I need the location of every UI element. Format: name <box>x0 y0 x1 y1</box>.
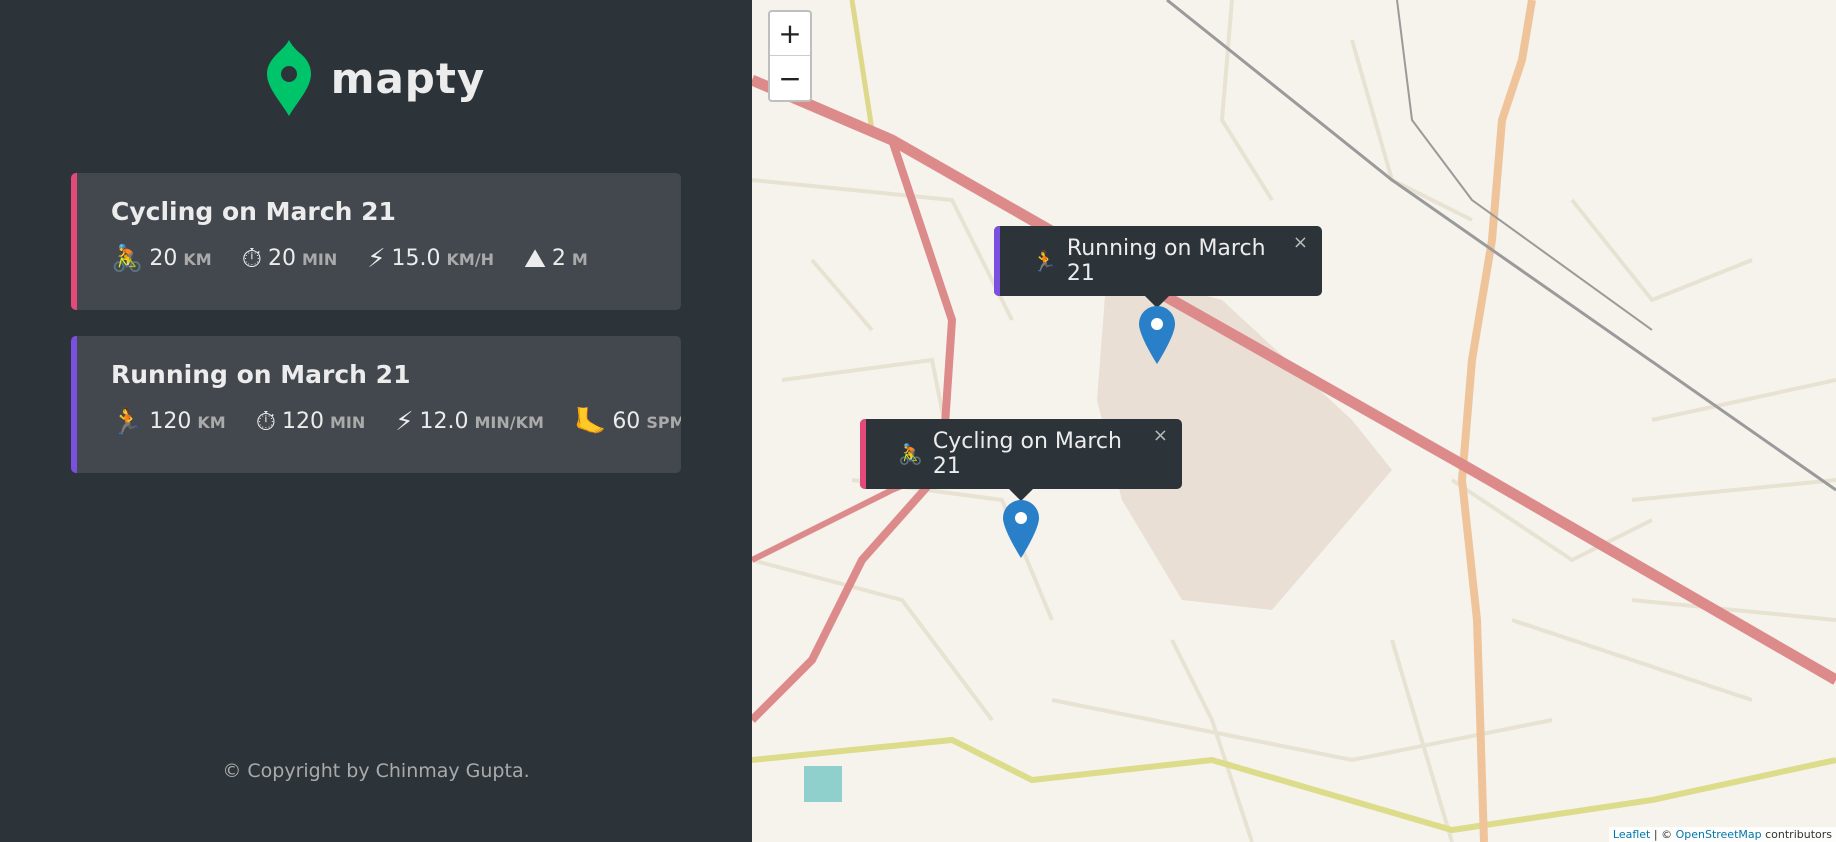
detail-value: 20 <box>149 246 178 271</box>
runner-icon: 🏃 <box>111 407 144 437</box>
logo-text: mapty <box>330 53 486 103</box>
attribution-separator: | © <box>1650 828 1676 841</box>
workout-duration: ⏱ 120 min <box>256 409 366 435</box>
map-pin-logo-icon <box>266 40 311 116</box>
workout-item-running[interactable]: Running on March 21 🏃 120 km ⏱ 120 min ⚡… <box>71 336 681 473</box>
runner-icon: 🏃 <box>1032 249 1057 273</box>
detail-unit: km/h <box>446 250 495 269</box>
workout-pace: ⚡ 12.0 min/km <box>395 409 544 435</box>
zoom-out-button[interactable]: − <box>770 56 810 100</box>
detail-unit: m <box>571 250 588 269</box>
detail-value: 120 <box>281 409 324 434</box>
map[interactable]: + − 🏃 Running on March 21 × 🚴 Cycling on… <box>752 0 1836 842</box>
popup-tip <box>1007 487 1035 501</box>
workout-speed: ⚡ 15.0 km/h <box>367 246 494 272</box>
mountain-icon: ⛰ <box>524 244 546 274</box>
copyright: © Copyright by Chinmay Gupta. <box>222 760 530 782</box>
workout-duration: ⏱ 20 min <box>242 246 338 272</box>
stopwatch-icon: ⏱ <box>241 244 262 274</box>
popup-text: Running on March 21 <box>1066 236 1266 286</box>
lightning-icon: ⚡ <box>367 244 386 274</box>
detail-unit: spm <box>646 413 681 432</box>
lightning-icon: ⚡ <box>395 407 414 437</box>
popup-close-button[interactable]: × <box>1293 232 1308 253</box>
detail-unit: km <box>197 413 226 432</box>
workout-title: Cycling on March 21 <box>111 197 396 226</box>
sidebar: mapty Cycling on March 21 🚴 20 km ⏱ 20 m… <box>0 0 752 842</box>
logo: mapty <box>266 40 486 116</box>
detail-value: 60 <box>612 409 641 434</box>
detail-unit: km <box>183 250 212 269</box>
map-marker-cycling[interactable] <box>1003 500 1039 558</box>
detail-value: 12.0 <box>419 409 469 434</box>
zoom-in-button[interactable]: + <box>770 12 810 56</box>
detail-value: 20 <box>267 246 296 271</box>
foot-icon: 🦶 <box>573 407 607 437</box>
popup-cycling[interactable]: 🚴 Cycling on March 21 × <box>860 419 1182 501</box>
attribution-suffix: contributors <box>1761 828 1832 841</box>
detail-unit: min <box>301 250 338 269</box>
workout-cadence: 🦶 60 spm <box>574 409 681 435</box>
detail-value: 2 <box>551 246 566 271</box>
map-marker-running[interactable] <box>1139 306 1175 364</box>
detail-unit: min <box>329 413 366 432</box>
zoom-control: + − <box>768 10 812 102</box>
workout-elevation: ⛰ 2 m <box>524 246 588 272</box>
workout-distance: 🏃 120 km <box>111 409 226 435</box>
cyclist-icon: 🚴 <box>898 442 923 466</box>
cyclist-icon: 🚴 <box>111 244 144 274</box>
leaflet-link[interactable]: Leaflet <box>1613 828 1650 841</box>
detail-unit: min/km <box>474 413 544 432</box>
osm-link[interactable]: OpenStreetMap <box>1676 828 1762 841</box>
popup-text: Cycling on March 21 <box>932 429 1122 479</box>
workout-title: Running on March 21 <box>111 360 411 389</box>
workout-distance: 🚴 20 km <box>111 246 212 272</box>
workout-list: Cycling on March 21 🚴 20 km ⏱ 20 min ⚡ 1… <box>71 173 681 499</box>
map-attribution: Leaflet | © OpenStreetMap contributors <box>1608 827 1836 842</box>
detail-value: 120 <box>149 409 192 434</box>
detail-value: 15.0 <box>391 246 441 271</box>
workout-item-cycling[interactable]: Cycling on March 21 🚴 20 km ⏱ 20 min ⚡ 1… <box>71 173 681 310</box>
stopwatch-icon: ⏱ <box>255 407 276 437</box>
popup-running[interactable]: 🏃 Running on March 21 × <box>994 226 1322 308</box>
popup-close-button[interactable]: × <box>1153 425 1168 446</box>
